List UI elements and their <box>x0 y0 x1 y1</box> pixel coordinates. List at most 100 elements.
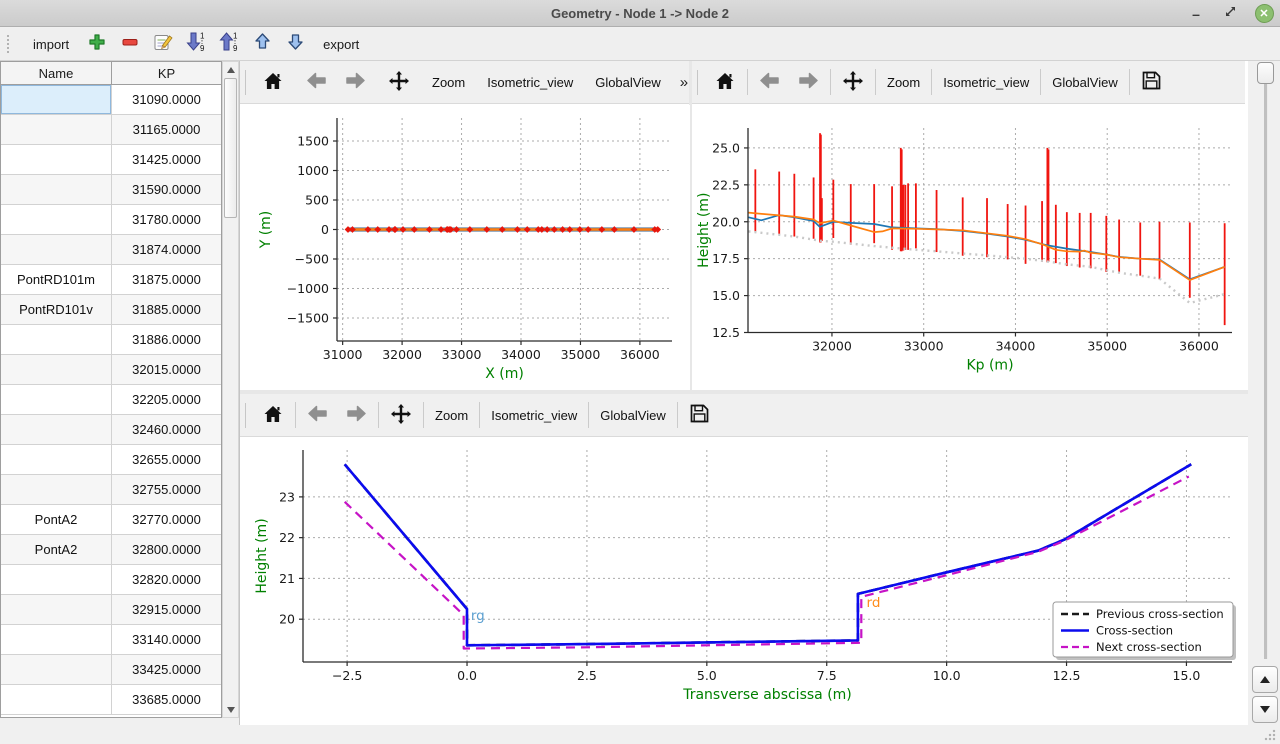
column-header-name[interactable]: Name <box>1 62 112 84</box>
zoom-button[interactable]: Zoom <box>423 61 474 103</box>
edit-button[interactable] <box>151 32 175 56</box>
long-profile-canvas[interactable]: 320003300034000350003600012.515.017.520.… <box>692 105 1245 390</box>
sort-descending-button[interactable]: 1 9 <box>217 32 241 56</box>
table-row[interactable]: 32820.0000 <box>1 565 221 595</box>
minimize-button[interactable]: – <box>1186 4 1206 24</box>
kp-cell[interactable]: 31590.0000 <box>112 175 221 204</box>
table-scrollbar[interactable] <box>222 61 239 718</box>
horizontal-splitter[interactable] <box>240 390 1248 394</box>
table-row[interactable]: 31425.0000 <box>1 145 221 175</box>
section-up-button[interactable] <box>1252 666 1278 693</box>
name-cell[interactable] <box>1 415 112 444</box>
import-button[interactable]: import <box>26 34 76 55</box>
table-row[interactable]: 31886.0000 <box>1 325 221 355</box>
table-row[interactable]: 32205.0000 <box>1 385 221 415</box>
vertical-slider-track[interactable] <box>1264 69 1268 659</box>
name-cell[interactable] <box>1 355 112 384</box>
kp-cell[interactable]: 31090.0000 <box>112 85 221 114</box>
plan-view-canvas[interactable]: 310003200033000340003500036000−1500−1000… <box>240 105 690 390</box>
name-cell[interactable] <box>1 145 112 174</box>
forward-button[interactable] <box>336 61 375 103</box>
name-cell[interactable] <box>1 385 112 414</box>
table-row[interactable]: 33685.0000 <box>1 685 221 715</box>
name-cell[interactable] <box>1 175 112 204</box>
name-cell[interactable] <box>1 85 112 114</box>
name-cell[interactable] <box>1 595 112 624</box>
zoom-button[interactable]: Zoom <box>426 394 477 436</box>
export-button[interactable]: export <box>316 34 366 55</box>
kp-cell[interactable]: 31780.0000 <box>112 205 221 234</box>
kp-cell[interactable]: 31874.0000 <box>112 235 221 264</box>
kp-cell[interactable]: 32820.0000 <box>112 565 221 594</box>
save-button[interactable] <box>1132 61 1171 103</box>
name-cell[interactable] <box>1 115 112 144</box>
home-button[interactable] <box>253 394 293 436</box>
kp-cell[interactable]: 32460.0000 <box>112 415 221 444</box>
column-header-kp[interactable]: KP <box>112 62 221 84</box>
global-view-button[interactable]: GlobalView <box>1043 61 1127 103</box>
name-cell[interactable] <box>1 235 112 264</box>
move-up-button[interactable] <box>250 32 274 56</box>
sort-ascending-button[interactable]: 1 9 <box>184 32 208 56</box>
table-row[interactable]: 31090.0000 <box>1 85 221 115</box>
kp-cell[interactable]: 32800.0000 <box>112 535 221 564</box>
name-cell[interactable] <box>1 325 112 354</box>
kp-cell[interactable]: 31885.0000 <box>112 295 221 324</box>
forward-button[interactable] <box>789 61 828 103</box>
kp-cell[interactable]: 31886.0000 <box>112 325 221 354</box>
table-row[interactable]: PontA232800.0000 <box>1 535 221 565</box>
table-row[interactable]: 31874.0000 <box>1 235 221 265</box>
maximize-button[interactable] <box>1220 4 1240 24</box>
kp-cell[interactable]: 31875.0000 <box>112 265 221 294</box>
save-button[interactable] <box>680 394 719 436</box>
close-button[interactable]: ✕ <box>1254 4 1274 24</box>
section-down-button[interactable] <box>1252 696 1278 723</box>
name-cell[interactable] <box>1 655 112 684</box>
pan-button[interactable] <box>381 394 421 436</box>
name-cell[interactable]: PontRD101m <box>1 265 112 294</box>
kp-cell[interactable]: 33685.0000 <box>112 685 221 714</box>
table-row[interactable]: PontA232770.0000 <box>1 505 221 535</box>
table-scrollbar-thumb[interactable] <box>224 78 237 218</box>
cross-section-canvas[interactable]: −2.50.02.55.07.510.012.515.020212223Tran… <box>240 437 1248 725</box>
table-row[interactable]: 31780.0000 <box>1 205 221 235</box>
table-row[interactable]: 32015.0000 <box>1 355 221 385</box>
table-row[interactable]: PontRD101v31885.0000 <box>1 295 221 325</box>
table-row[interactable]: 31590.0000 <box>1 175 221 205</box>
name-cell[interactable] <box>1 565 112 594</box>
scroll-down-button[interactable] <box>223 702 238 717</box>
table-row[interactable]: 31165.0000 <box>1 115 221 145</box>
name-cell[interactable]: PontRD101v <box>1 295 112 324</box>
name-cell[interactable]: PontA2 <box>1 505 112 534</box>
forward-button[interactable] <box>337 394 376 436</box>
isometric-view-button[interactable]: Isometric_view <box>934 61 1038 103</box>
remove-row-button[interactable] <box>118 32 142 56</box>
home-button[interactable] <box>253 61 293 103</box>
pan-button[interactable] <box>379 61 419 103</box>
name-cell[interactable] <box>1 205 112 234</box>
name-cell[interactable] <box>1 445 112 474</box>
table-row[interactable]: 32460.0000 <box>1 415 221 445</box>
kp-cell[interactable]: 32755.0000 <box>112 475 221 504</box>
name-cell[interactable] <box>1 685 112 714</box>
kp-cell[interactable]: 32770.0000 <box>112 505 221 534</box>
kp-cell[interactable]: 31165.0000 <box>112 115 221 144</box>
table-row[interactable]: 33425.0000 <box>1 655 221 685</box>
resize-grip-icon[interactable] <box>1264 729 1276 741</box>
back-button[interactable] <box>750 61 789 103</box>
isometric-view-button[interactable]: Isometric_view <box>482 394 586 436</box>
kp-cell[interactable]: 33140.0000 <box>112 625 221 654</box>
move-down-button[interactable] <box>283 32 307 56</box>
isometric-view-button[interactable]: Isometric_view <box>478 61 582 103</box>
kp-cell[interactable]: 32915.0000 <box>112 595 221 624</box>
home-button[interactable] <box>705 61 745 103</box>
back-button[interactable] <box>298 394 337 436</box>
vertical-slider-thumb[interactable] <box>1257 62 1274 84</box>
global-view-button[interactable]: GlobalView <box>586 61 670 103</box>
zoom-button[interactable]: Zoom <box>878 61 929 103</box>
add-row-button[interactable] <box>85 32 109 56</box>
table-row[interactable]: PontRD101m31875.0000 <box>1 265 221 295</box>
pan-button[interactable] <box>833 61 873 103</box>
global-view-button[interactable]: GlobalView <box>591 394 675 436</box>
table-row[interactable]: 32655.0000 <box>1 445 221 475</box>
